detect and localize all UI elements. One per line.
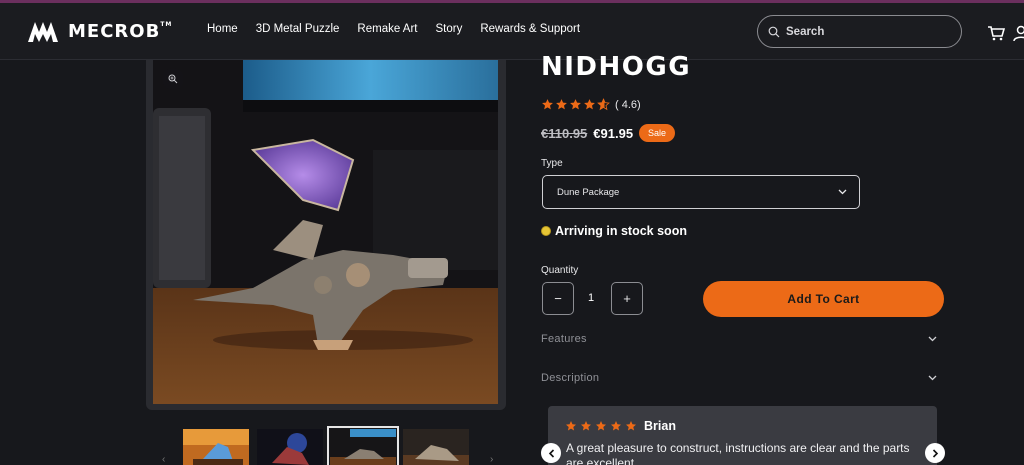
star-icon [566, 421, 576, 431]
accordion-description[interactable]: Description [541, 372, 937, 384]
quantity-increase-button[interactable]: + [611, 282, 643, 315]
zoom-button[interactable] [162, 68, 184, 90]
product-rating[interactable]: ( 4.6) [541, 98, 641, 111]
chevron-down-icon [928, 375, 937, 381]
nav-item-remake-art[interactable]: Remake Art [357, 23, 417, 35]
stock-status-dot [541, 226, 551, 236]
thumb-prev-arrow[interactable]: ‹ [162, 454, 165, 465]
thumb-next-arrow[interactable]: › [490, 454, 493, 465]
thumbnail-3[interactable] [327, 426, 399, 465]
nav-item-home[interactable]: Home [207, 23, 238, 35]
type-label: Type [541, 158, 563, 169]
cart-icon[interactable] [987, 25, 1005, 41]
star-icon [581, 421, 591, 431]
brand-name: MECROBTM [68, 20, 173, 42]
thumbnail-image-4 [403, 429, 469, 465]
original-price: €110.95 [541, 125, 588, 141]
main-nav: Home 3D Metal Puzzle Remake Art Story Re… [207, 23, 580, 35]
mecrob-logo-mark [28, 22, 58, 42]
type-select[interactable]: Dune Package [542, 175, 860, 209]
stock-status-text: Arriving in stock soon [555, 224, 687, 238]
half-star-icon [597, 98, 610, 111]
sale-badge: Sale [639, 124, 676, 142]
sale-price: €91.95 [593, 125, 634, 141]
star-icon [556, 99, 567, 110]
add-to-cart-button[interactable]: Add To Cart [703, 281, 944, 317]
thumbnail-2[interactable] [257, 429, 323, 465]
accordion-description-label: Description [541, 372, 600, 384]
chevron-left-icon [548, 448, 554, 458]
user-icon[interactable] [1013, 25, 1024, 41]
quantity-label: Quantity [541, 265, 579, 276]
review-stars: Brian [565, 419, 676, 433]
search-input[interactable] [786, 25, 946, 38]
review-card: Brian A great pleasure to construct, ins… [548, 406, 937, 465]
product-main-image[interactable] [153, 60, 498, 404]
star-icon [611, 421, 621, 431]
nav-item-3d-metal-puzzle[interactable]: 3D Metal Puzzle [256, 23, 340, 35]
star-icon [570, 99, 581, 110]
thumbnail-image-1 [183, 429, 249, 465]
brand-logo[interactable]: MECROBTM [26, 18, 172, 44]
reviewer-name: Brian [644, 419, 676, 433]
price-row: €110.95 €91.95 Sale [541, 124, 676, 142]
dragon-model-photo [153, 60, 498, 404]
quantity-decrease-button[interactable]: − [542, 282, 574, 315]
nav-item-rewards-support[interactable]: Rewards & Support [480, 23, 580, 35]
thumbnail-image-3 [330, 429, 396, 465]
star-icon [626, 421, 636, 431]
search-icon [768, 26, 780, 37]
star-icon [542, 99, 553, 110]
zoom-icon [168, 74, 178, 84]
top-navigation-bar: MECROBTM Home 3D Metal Puzzle Remake Art… [0, 0, 1024, 60]
accordion-features-label: Features [541, 333, 587, 345]
thumbnail-image-2 [257, 429, 323, 465]
chevron-down-icon [838, 189, 847, 195]
star-icon [596, 421, 606, 431]
nav-item-story[interactable]: Story [436, 23, 463, 35]
thumbnail-4[interactable] [403, 429, 469, 465]
review-prev-button[interactable] [541, 443, 561, 463]
review-text: A great pleasure to construct, instructi… [566, 441, 910, 465]
chevron-right-icon [932, 448, 938, 458]
chevron-down-icon [928, 336, 937, 342]
rating-value: ( 4.6) [615, 98, 641, 111]
quantity-value[interactable]: 1 [588, 292, 594, 304]
product-title: NIDHOGG [541, 52, 692, 82]
star-icon [584, 99, 595, 110]
review-next-button[interactable] [925, 443, 945, 463]
stock-status: Arriving in stock soon [541, 224, 687, 238]
thumbnail-1[interactable] [183, 429, 249, 465]
accordion-features[interactable]: Features [541, 333, 937, 345]
search-box[interactable] [757, 15, 962, 48]
type-selected-value: Dune Package [557, 186, 620, 198]
